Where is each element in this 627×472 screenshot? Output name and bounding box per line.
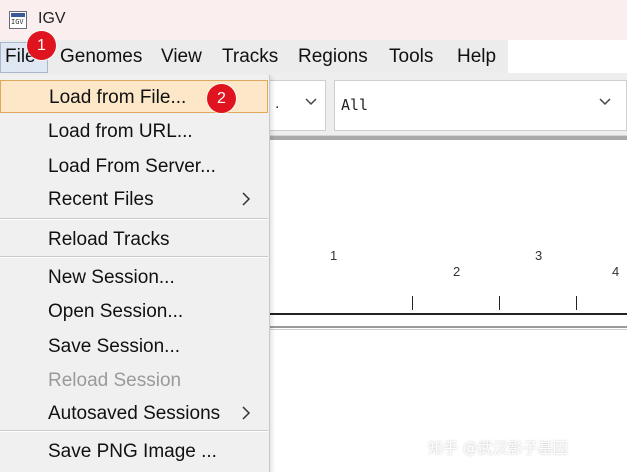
menu-item-label: Reload Session [48,370,182,391]
title-bar [0,0,627,40]
menu-item-new-session[interactable]: New Session... [0,261,268,294]
menu-item-label: Load From Server... [48,156,216,177]
chevron-down-icon[interactable] [599,95,611,110]
menu-item-autosaved-sessions[interactable]: Autosaved Sessions [0,397,268,430]
menu-item-load-from-url[interactable]: Load from URL... [0,115,268,148]
chromosome-combo[interactable]: All [334,80,627,131]
chromosome-label: 4 [612,264,620,279]
chromosome-combo-value: All [341,96,369,114]
menu-item-open-session[interactable]: Open Session... [0,295,268,328]
menu-item-reload-tracks[interactable]: Reload Tracks [0,223,268,256]
menu-separator [0,256,268,258]
chromosome-label: 3 [535,248,543,263]
app-icon-bar [11,13,25,17]
menu-bar-empty-area [508,40,627,73]
igv-app-icon: IGV [9,11,27,29]
chevron-right-icon [241,403,251,425]
menu-item-label: Save Session... [48,336,181,357]
menu-item-reload-session: Reload Session [0,364,268,397]
menu-item-label: Recent Files [48,189,154,210]
chromosome-boundary-tick [499,296,500,310]
chromosome-boundary-tick [576,296,577,310]
menu-item-label: New Session... [48,267,175,288]
app-icon-text: IGV [11,18,24,26]
menu-tools[interactable]: Tools [389,46,433,68]
chromosome-boundary-tick [412,296,413,310]
chevron-right-icon [241,189,251,211]
step-2-badge: 2 [207,84,236,113]
chromosome-label: 1 [330,248,338,263]
menu-help[interactable]: Help [457,46,496,68]
menu-separator [0,218,268,220]
genome-combo[interactable]: . [268,80,326,131]
chromosome-label: 2 [453,264,461,279]
menu-item-load-from-server[interactable]: Load From Server... [0,150,268,183]
menu-view[interactable]: View [161,46,202,68]
window-title: IGV [38,10,66,27]
menu-item-label: Autosaved Sessions [48,403,221,424]
genome-combo-value: . [275,95,280,112]
menu-item-label: Open Session... [48,301,184,322]
file-dropdown-menu: Load from File... Load from URL... Load … [0,75,270,472]
menu-item-save-session[interactable]: Save Session... [0,330,268,363]
watermark: 知乎 @武汉影子基因 [428,439,568,457]
menu-regions[interactable]: Regions [298,46,368,68]
chevron-down-icon[interactable] [305,95,317,110]
menu-genomes[interactable]: Genomes [60,46,142,68]
menu-item-label: Reload Tracks [48,229,170,250]
menu-item-label: Save PNG Image ... [48,441,217,462]
menu-item-label: Load from File... [49,87,187,108]
menu-separator [0,430,268,432]
menu-item-recent-files[interactable]: Recent Files [0,183,268,216]
menu-tracks[interactable]: Tracks [222,46,278,68]
step-1-badge: 1 [27,31,56,60]
menu-item-label: Load from URL... [48,121,193,142]
menu-item-save-png-image[interactable]: Save PNG Image ... [0,435,268,468]
